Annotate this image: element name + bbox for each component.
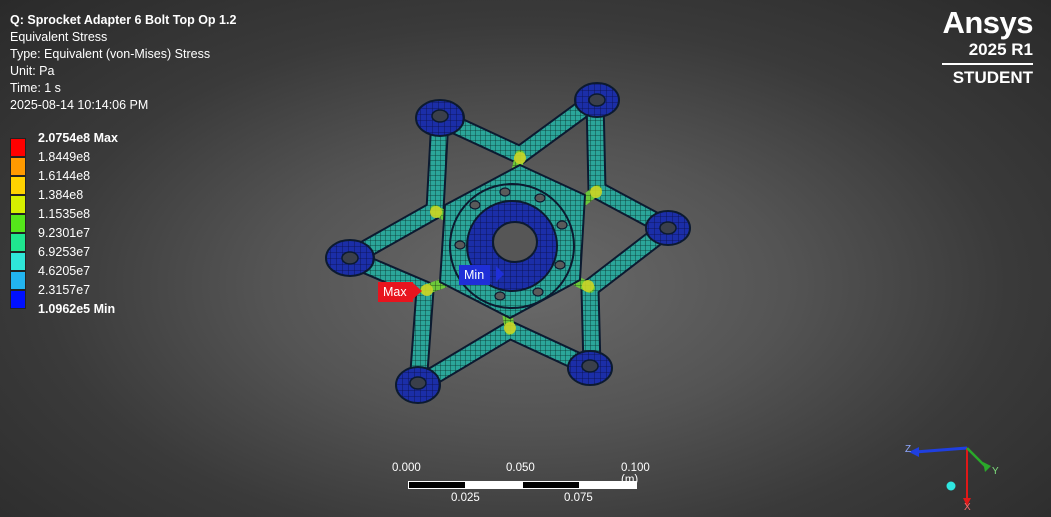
scale-segment-2: [465, 481, 523, 489]
scale-segment-3: [522, 481, 580, 489]
z-axis-label: Z: [905, 444, 911, 455]
sprocket-hub: [449, 183, 575, 309]
sprocket-model-view[interactable]: [0, 0, 1051, 517]
z-axis: [914, 446, 968, 454]
scale-label-050: 0.050: [506, 462, 535, 474]
axis-triad[interactable]: Z Y X: [895, 432, 1015, 512]
scale-label-0: 0.000: [392, 462, 421, 474]
scale-segment-4: [579, 481, 637, 489]
y-axis-label: Y: [992, 466, 999, 477]
max-probe-label[interactable]: Max: [378, 282, 413, 302]
scale-label-025: 0.025: [451, 492, 480, 504]
triad-origin-ball: [946, 481, 956, 491]
scale-label-075: 0.075: [564, 492, 593, 504]
scale-segment-1: [408, 481, 466, 489]
min-probe-label[interactable]: Min: [459, 265, 491, 285]
x-axis-label: X: [964, 502, 971, 512]
